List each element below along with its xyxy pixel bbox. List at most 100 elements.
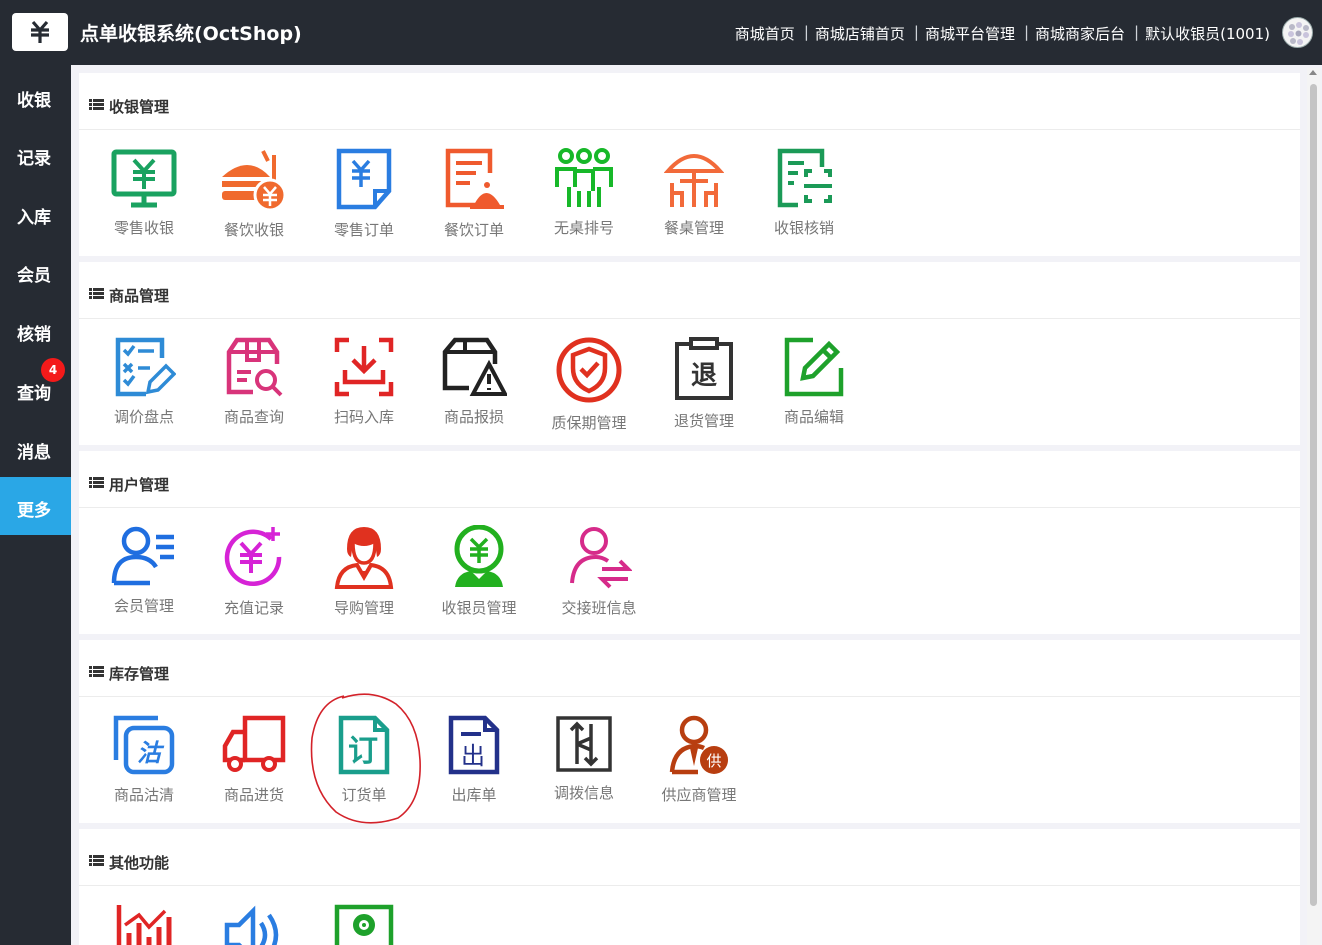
tile-purchase-order[interactable]: 订 订货单 bbox=[309, 714, 419, 805]
message-count-badge: 4 bbox=[41, 358, 65, 382]
tile-label: 餐饮收银 bbox=[223, 221, 284, 239]
nav-merchant-admin[interactable]: 商城商家后台 bbox=[1035, 23, 1125, 44]
tile-label: 商品报损 bbox=[443, 408, 504, 426]
tile-label: 商品进货 bbox=[223, 786, 284, 804]
cashier-yen-icon bbox=[454, 525, 504, 587]
tile-retail-orders[interactable]: 零售订单 bbox=[309, 147, 419, 240]
tile-label: 商品编辑 bbox=[783, 408, 844, 426]
member-list-icon bbox=[111, 526, 174, 586]
svg-text:退: 退 bbox=[691, 361, 717, 391]
app-title: 点单收银系统(OctShop) bbox=[80, 23, 302, 45]
tile-label: 会员管理 bbox=[113, 597, 174, 615]
tile-voice-broadcast[interactable] bbox=[199, 903, 309, 945]
settings-box-icon bbox=[334, 904, 394, 945]
tile-label: 商品查询 bbox=[223, 408, 284, 426]
tile-outbound-order[interactable]: 出 出库单 bbox=[419, 714, 529, 805]
nav-shop-home[interactable]: 商城店铺首页 bbox=[815, 23, 905, 44]
tile-price-inventory[interactable]: 调价盘点 bbox=[89, 336, 199, 427]
supplier-icon: 供 bbox=[669, 715, 728, 775]
tile-label: 餐桌管理 bbox=[663, 219, 724, 237]
order-document-icon: 订 bbox=[338, 715, 390, 775]
sidebar-item-label: 收银 bbox=[17, 91, 51, 111]
tile-catering-orders[interactable]: 餐饮订单 bbox=[419, 147, 529, 240]
sidebar-item-messages[interactable]: 消息 bbox=[0, 419, 71, 477]
box-search-icon bbox=[226, 337, 283, 397]
sold-out-icon: 沽 bbox=[113, 715, 175, 775]
tile-product-damage[interactable]: 商品报损 bbox=[419, 336, 529, 427]
scan-inbox-icon bbox=[334, 337, 394, 397]
svg-text:沽: 沽 bbox=[137, 739, 165, 767]
transfer-icon bbox=[556, 716, 612, 772]
section-title: 其他功能 bbox=[109, 854, 170, 872]
truck-icon bbox=[222, 715, 286, 772]
nav-separator: | bbox=[803, 23, 809, 41]
tile-label: 餐饮订单 bbox=[443, 221, 504, 239]
monitor-yen-icon bbox=[111, 149, 177, 208]
svg-text:出: 出 bbox=[461, 742, 485, 770]
section-user-management: 用户管理 会员管理 充值记录 导购管理 收银员管理 交接班信息 bbox=[79, 451, 1300, 634]
top-nav: 商城首页 | 商城店铺首页 | 商城平台管理 | 商城商家后台 | 默认收银员(… bbox=[735, 23, 1270, 44]
tile-queue-number[interactable]: 无桌排号 bbox=[529, 147, 639, 238]
sidebar-item-verify[interactable]: 核销 bbox=[0, 301, 71, 359]
tile-cashier-verify[interactable]: 收银核销 bbox=[749, 147, 859, 238]
tile-label: 供应商管理 bbox=[661, 786, 737, 804]
sidebar-item-label: 消息 bbox=[17, 443, 51, 463]
tile-scan-inbound[interactable]: 扫码入库 bbox=[309, 336, 419, 427]
sidebar-item-label: 查询 bbox=[17, 384, 51, 404]
svg-text:供: 供 bbox=[706, 752, 721, 770]
tile-table-management[interactable]: 餐桌管理 bbox=[639, 147, 749, 238]
sidebar-item-stock-in[interactable]: 入库 bbox=[0, 184, 71, 242]
tile-product-edit[interactable]: 商品编辑 bbox=[759, 336, 869, 427]
tile-shift-handover[interactable]: 交接班信息 bbox=[544, 525, 654, 618]
sidebar-item-records[interactable]: 记录 bbox=[0, 125, 71, 183]
sidebar-item-members[interactable]: 会员 bbox=[0, 242, 71, 300]
list-icon bbox=[89, 477, 104, 488]
tile-statistics[interactable] bbox=[89, 903, 199, 945]
tile-label: 商品沽清 bbox=[113, 786, 174, 804]
section-title: 收银管理 bbox=[109, 98, 170, 116]
tile-label: 出库单 bbox=[451, 786, 497, 804]
list-icon bbox=[89, 666, 104, 677]
tile-recharge-records[interactable]: 充值记录 bbox=[199, 525, 309, 618]
scroll-up-arrow-icon[interactable] bbox=[1309, 70, 1317, 75]
tile-product-sold-out[interactable]: 沽 商品沽清 bbox=[89, 714, 199, 805]
tile-return-management[interactable]: 退 退货管理 bbox=[649, 336, 759, 431]
tile-warranty-management[interactable]: 质保期管理 bbox=[534, 336, 644, 433]
tile-product-search[interactable]: 商品查询 bbox=[199, 336, 309, 427]
section-header: 商品管理 bbox=[79, 262, 1300, 319]
list-icon bbox=[89, 855, 104, 866]
checklist-pencil-icon bbox=[115, 337, 176, 397]
shield-check-icon bbox=[556, 337, 622, 403]
tile-label: 导购管理 bbox=[333, 599, 394, 617]
section-header: 其他功能 bbox=[79, 829, 1300, 886]
sidebar-item-cashier[interactable]: 收银 bbox=[0, 67, 71, 125]
tile-transfer-info[interactable]: 调拨信息 bbox=[529, 714, 639, 803]
tile-catering-cashier[interactable]: 餐饮收银 bbox=[199, 147, 309, 240]
nav-platform-admin[interactable]: 商城平台管理 bbox=[925, 23, 1015, 44]
tile-supplier-management[interactable]: 供 供应商管理 bbox=[644, 714, 754, 805]
tile-settings[interactable] bbox=[309, 903, 419, 945]
tile-product-purchase[interactable]: 商品进货 bbox=[199, 714, 309, 805]
tile-label: 收银核销 bbox=[773, 219, 834, 237]
tile-cashier-management[interactable]: 收银员管理 bbox=[424, 525, 534, 618]
avatar[interactable] bbox=[1282, 17, 1313, 48]
section-inventory-management: 库存管理 沽 商品沽清 商品进货 订 订货单 出 出库单 调拨信息 供 供应商管… bbox=[79, 640, 1300, 823]
tile-label: 收银员管理 bbox=[441, 599, 517, 617]
tile-retail-cashier[interactable]: 零售收银 bbox=[89, 147, 199, 238]
nav-cashier-user[interactable]: 默认收银员(1001) bbox=[1145, 23, 1270, 44]
sidebar-item-label: 入库 bbox=[17, 208, 51, 228]
scan-document-icon bbox=[777, 148, 832, 208]
sidebar-item-more[interactable]: 更多 bbox=[0, 477, 71, 535]
queue-people-icon bbox=[555, 148, 613, 207]
nav-mall-home[interactable]: 商城首页 bbox=[735, 23, 795, 44]
tile-label: 退货管理 bbox=[673, 412, 734, 430]
tile-label: 调价盘点 bbox=[113, 408, 174, 426]
sidebar-item-label: 核销 bbox=[17, 325, 51, 345]
app-logo bbox=[12, 13, 68, 51]
tile-guide-management[interactable]: 导购管理 bbox=[309, 525, 419, 618]
scroll-thumb[interactable] bbox=[1310, 84, 1317, 906]
tile-member-management[interactable]: 会员管理 bbox=[89, 525, 199, 616]
vertical-scrollbar[interactable] bbox=[1307, 68, 1320, 945]
clipboard-return-icon: 退 bbox=[675, 337, 733, 400]
svg-text:订: 订 bbox=[348, 734, 378, 769]
